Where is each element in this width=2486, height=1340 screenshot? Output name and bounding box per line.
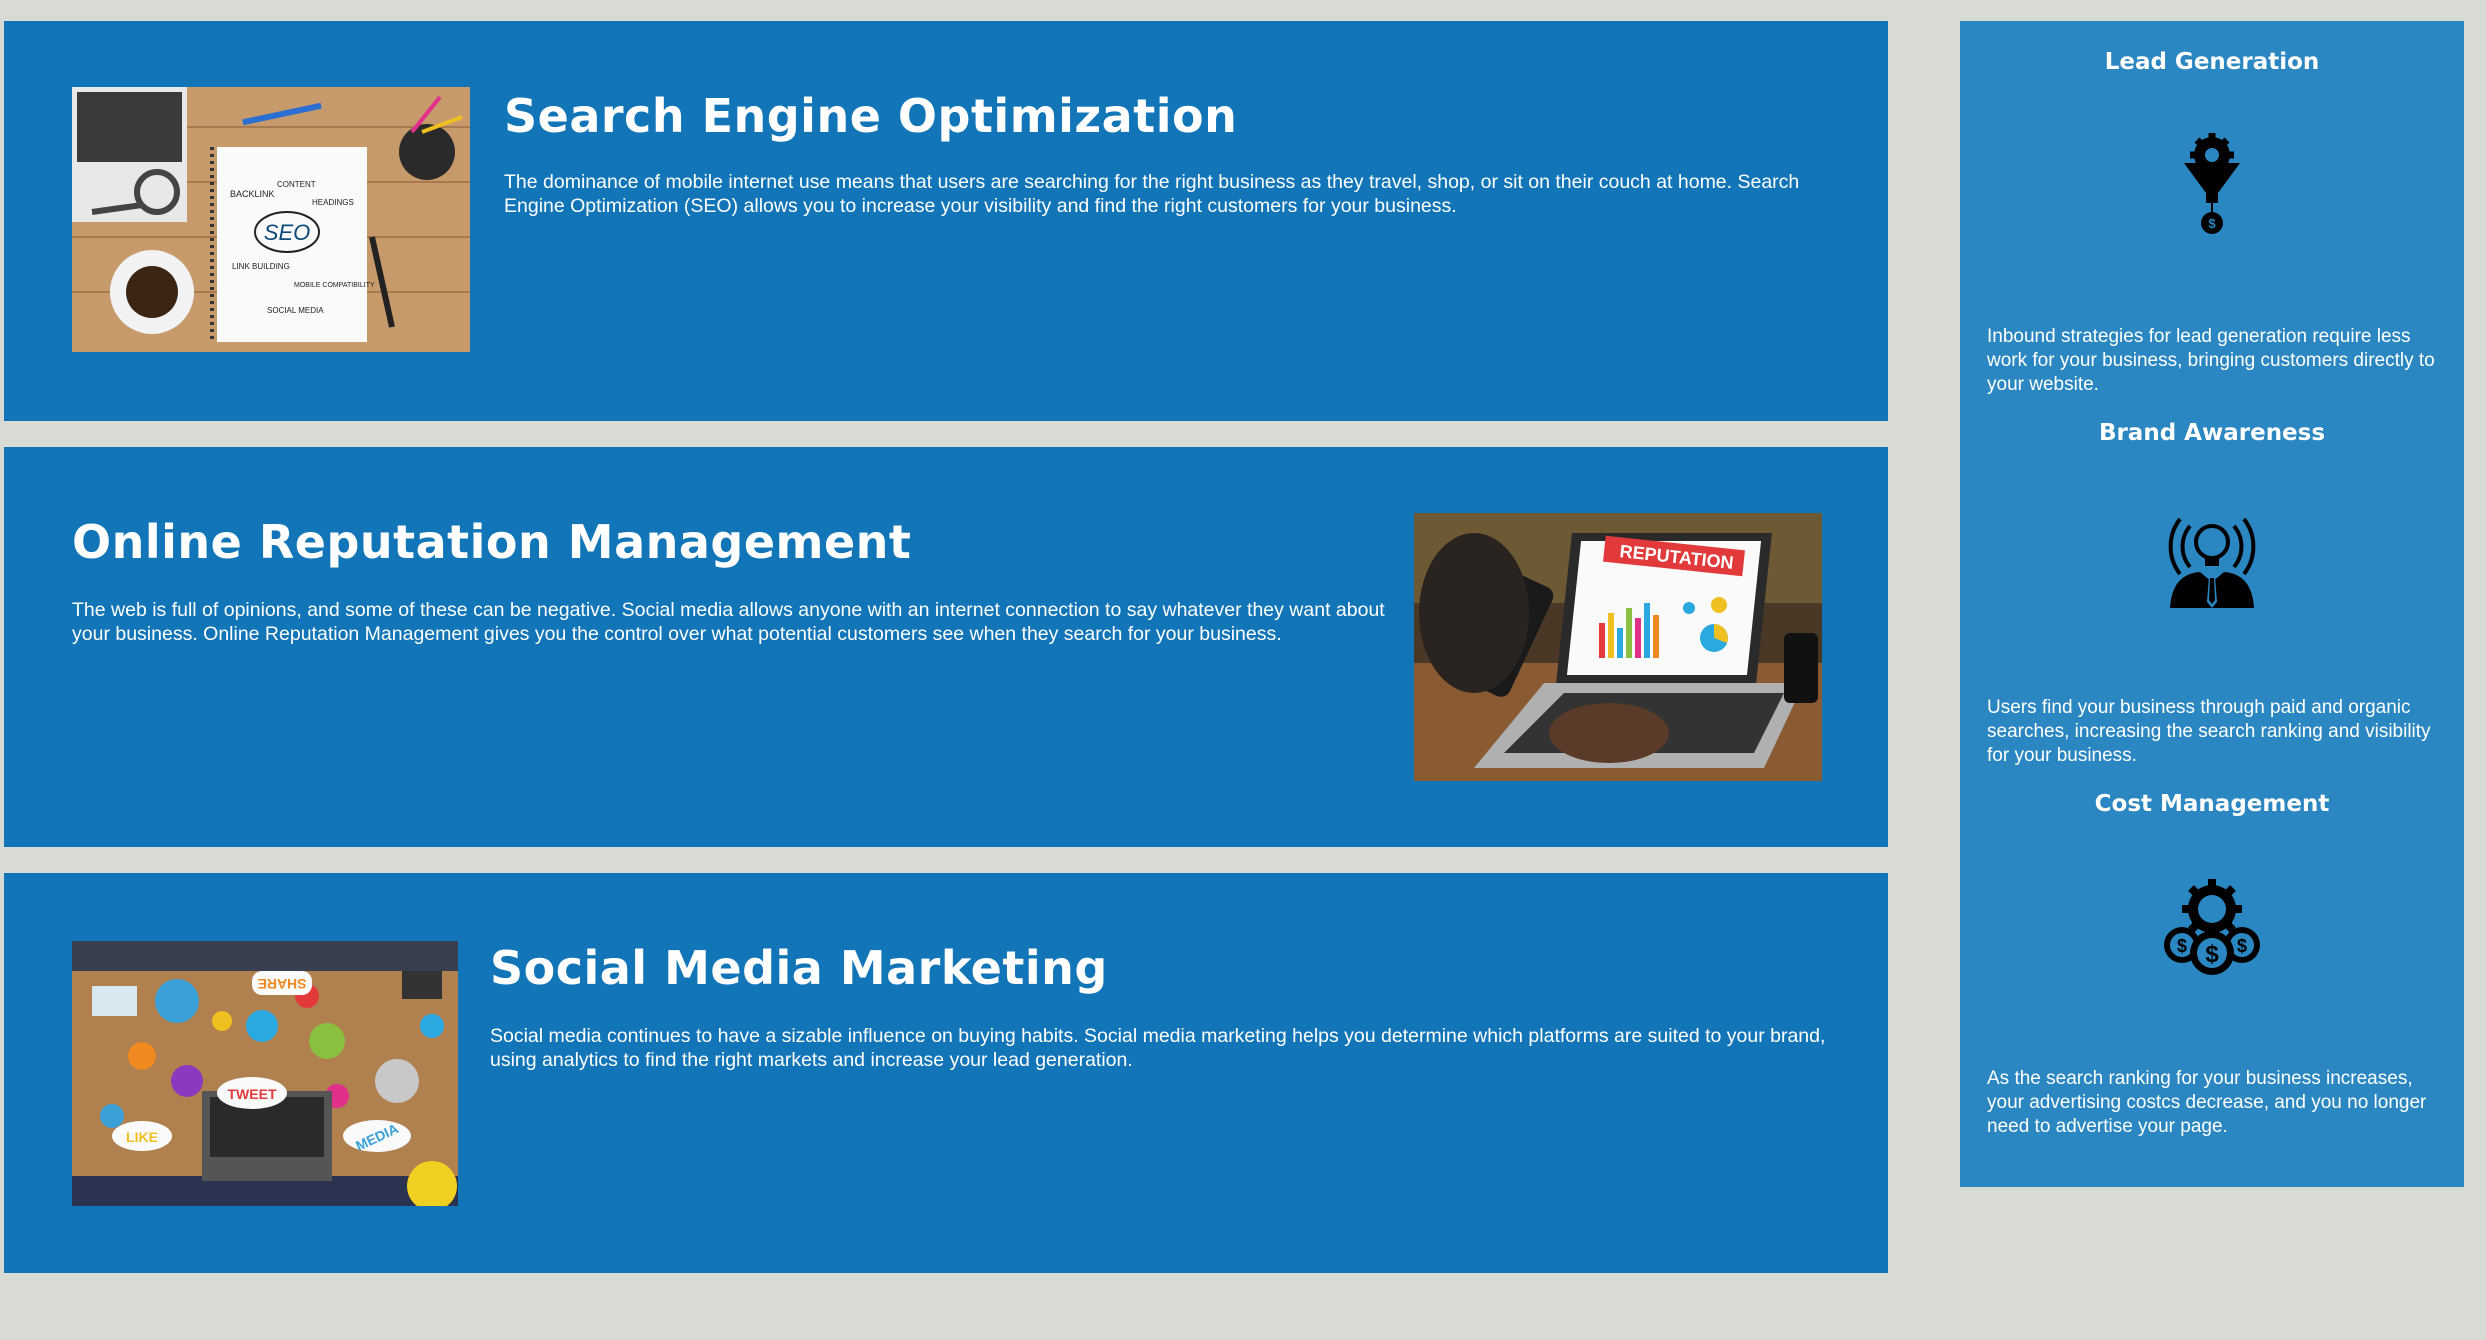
smm-image-word: LIKE [126, 1129, 158, 1145]
lightbulb-broadcast-icon [2160, 504, 2264, 608]
feature-cost-management: Cost Management $ $ $ As the search rank… [1960, 791, 2464, 1137]
seo-image-word: SEO [264, 220, 310, 245]
smm-image-word: SHARE [257, 976, 306, 992]
orm-title: Online Reputation Management [72, 515, 912, 569]
seo-image-word: BACKLINK [230, 189, 275, 199]
feature-title: Brand Awareness [2098, 420, 2326, 446]
svg-text:$: $ [2205, 941, 2219, 968]
gear-dollar-icon: $ $ $ [2160, 875, 2264, 979]
seo-description: The dominance of mobile internet use mea… [504, 171, 1800, 217]
smm-description: Social media continues to have a sizable… [490, 1025, 1826, 1071]
feature-lead-generation: Lead Generation $ Inbound strategies for… [1960, 49, 2464, 395]
seo-image: SEO BACKLINK CONTENT HEADINGS LINK BUILD… [72, 87, 470, 352]
feature-description: Inbound strategies for lead generation r… [1987, 326, 2435, 395]
orm-image: REPUTATION [1414, 513, 1822, 781]
smm-title: Social Media Marketing [490, 941, 1108, 995]
svg-text:$: $ [2237, 936, 2247, 956]
feature-description: As the search ranking for your business … [1987, 1068, 2427, 1137]
smm-image-word: TWEET [228, 1086, 277, 1102]
smm-panel: SHARE TWEET LIKE MEDIA Social Media Mark… [4, 873, 1888, 1273]
seo-image-word: MOBILE COMPATIBILITY [294, 282, 375, 289]
seo-panel: SEO BACKLINK CONTENT HEADINGS LINK BUILD… [4, 21, 1888, 421]
smm-image: SHARE TWEET LIKE MEDIA [72, 941, 458, 1206]
svg-text:$: $ [2208, 216, 2216, 231]
seo-image-word: HEADINGS [312, 198, 354, 207]
feature-brand-awareness: Brand Awareness Users find your business… [1960, 420, 2464, 766]
orm-panel: Online Reputation Management The web is … [4, 447, 1888, 847]
orm-description: The web is full of opinions, and some of… [72, 599, 1385, 645]
features-sidebar: Lead Generation $ Inbound strategies for… [1960, 21, 2464, 1187]
seo-image-word: CONTENT [277, 180, 316, 189]
feature-title: Cost Management [2094, 791, 2330, 817]
seo-image-word: LINK BUILDING [232, 262, 290, 271]
seo-image-word: SOCIAL MEDIA [267, 306, 324, 315]
feature-description: Users find your business through paid an… [1987, 697, 2431, 766]
svg-text:$: $ [2177, 936, 2187, 956]
funnel-gear-icon: $ [2160, 133, 2264, 237]
seo-title: Search Engine Optimization [504, 89, 1238, 143]
feature-title: Lead Generation [2104, 49, 2320, 75]
